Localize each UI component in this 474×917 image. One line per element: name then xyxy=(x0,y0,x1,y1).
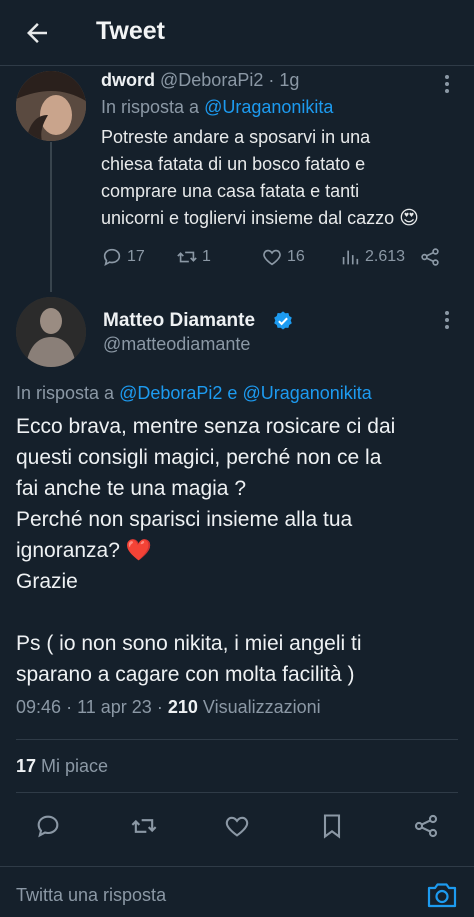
divider xyxy=(16,739,458,740)
tweet-line: ignoranza? xyxy=(16,539,120,562)
retweet-icon[interactable] xyxy=(130,812,158,840)
retweet-button[interactable]: 1 xyxy=(176,243,211,271)
tweet-actions: 17 1 16 2.613 xyxy=(101,243,451,271)
top-bar: Tweet xyxy=(0,0,474,66)
tweet-line: fai anche te una magia ? xyxy=(16,477,246,500)
tweet-line-last: unicorni e togliervi insieme dal cazzo 😍 xyxy=(101,205,463,232)
tweet-text: Potreste andare a sposarvi in una chiesa… xyxy=(101,124,463,232)
tweet-line: Potreste andare a sposarvi in una xyxy=(101,127,371,147)
more-options-icon[interactable] xyxy=(437,72,457,96)
views-label: Visualizzazioni xyxy=(202,697,321,717)
tweet-line: Perché non sparisci insieme alla tua xyxy=(16,508,353,531)
separator-dot: · xyxy=(268,70,275,90)
main-tweet-actions xyxy=(0,808,474,844)
reply-icon[interactable] xyxy=(34,812,62,840)
author-name[interactable]: Matteo Diamante xyxy=(103,310,255,332)
tweet-line: unicorni e togliervi insieme dal cazzo xyxy=(101,208,395,228)
share-icon xyxy=(421,248,439,266)
reply-composer-bar xyxy=(0,866,474,917)
author-handle[interactable]: @DeboraPi2 xyxy=(160,70,263,90)
reply-context: In risposta a @Uraganonikita xyxy=(101,97,333,118)
page-title: Tweet xyxy=(96,17,165,45)
views-count: 2.613 xyxy=(365,248,406,265)
mention-link[interactable]: @DeboraPi2 xyxy=(119,383,222,403)
mention-link[interactable]: @Uraganonikita xyxy=(242,383,371,403)
back-arrow-icon[interactable] xyxy=(22,18,52,48)
reply-count: 17 xyxy=(127,248,145,265)
tweet-line: Grazie xyxy=(16,570,78,593)
heart-eyes-emoji: 😍 xyxy=(399,208,419,229)
tweet-metadata: 09:46 · 11 apr 23 · 210 Visualizzazioni xyxy=(16,697,321,718)
likes-count: 17 xyxy=(16,756,37,776)
like-button[interactable]: 16 xyxy=(261,243,305,271)
reply-prefix: In risposta a xyxy=(16,383,115,403)
tweet-line: Ecco brava, mentre senza rosicare ci dai xyxy=(16,415,396,438)
reply-prefix: In risposta a xyxy=(101,97,200,117)
reply-input[interactable] xyxy=(16,885,396,906)
reply-context: In risposta a @DeboraPi2 e @Uraganonikit… xyxy=(16,383,372,404)
views-count: 210 xyxy=(167,697,198,717)
red-heart-emoji: ❤️ xyxy=(125,539,152,562)
mention-link[interactable]: @Uraganonikita xyxy=(204,97,333,117)
share-button[interactable] xyxy=(419,243,441,271)
bookmark-icon[interactable] xyxy=(318,812,346,840)
tweet-text: Ecco brava, mentre senza rosicare ci dai… xyxy=(16,411,466,690)
tweet-line: comprare una casa fatata e tanti xyxy=(101,181,360,201)
tweet-line: Ps ( io non sono nikita, i miei angeli t… xyxy=(16,632,362,655)
camera-icon[interactable] xyxy=(426,881,458,909)
likes-label: Mi piace xyxy=(41,756,109,776)
heart-icon[interactable] xyxy=(223,812,251,840)
tweet-line: questi consigli magici, perché non ce la xyxy=(16,446,382,469)
tweet-author-row: dword @DeboraPi2 · 1g xyxy=(101,70,299,91)
author-handle[interactable]: @matteodiamante xyxy=(103,334,250,355)
heart-icon xyxy=(263,249,281,266)
reply-and: e xyxy=(227,383,238,403)
separator-dot: · xyxy=(66,697,73,717)
avatar-photo-icon xyxy=(16,71,86,141)
share-icon[interactable] xyxy=(412,812,440,840)
tweet-time: 09:46 xyxy=(16,697,62,717)
views-button[interactable]: 2.613 xyxy=(339,243,405,271)
tweet-line-with-emoji: ignoranza? ❤️ xyxy=(16,535,466,566)
tweet-age: 1g xyxy=(279,70,300,90)
reply-button[interactable]: 17 xyxy=(101,243,145,271)
views-chart-icon xyxy=(342,250,359,265)
retweet-icon xyxy=(177,251,197,263)
like-count: 16 xyxy=(287,248,305,265)
tweet-date: 11 apr 23 xyxy=(77,697,152,717)
avatar[interactable] xyxy=(16,297,86,367)
more-options-icon[interactable] xyxy=(437,308,457,332)
likes-summary[interactable]: 17 Mi piace xyxy=(16,756,108,777)
separator-dot: · xyxy=(156,697,163,717)
author-name[interactable]: dword xyxy=(101,70,155,90)
avatar[interactable] xyxy=(16,71,86,141)
tweet-line: chiesa fatata di un bosco fatato e xyxy=(101,154,366,174)
retweet-count: 1 xyxy=(202,248,211,265)
thread-connector-line xyxy=(50,142,52,292)
verified-badge-icon xyxy=(274,311,292,330)
avatar-photo-icon xyxy=(16,297,86,367)
tweet-line: sparano a cagare con molta facilità ) xyxy=(16,663,355,686)
divider xyxy=(16,792,458,793)
reply-icon xyxy=(103,248,121,266)
